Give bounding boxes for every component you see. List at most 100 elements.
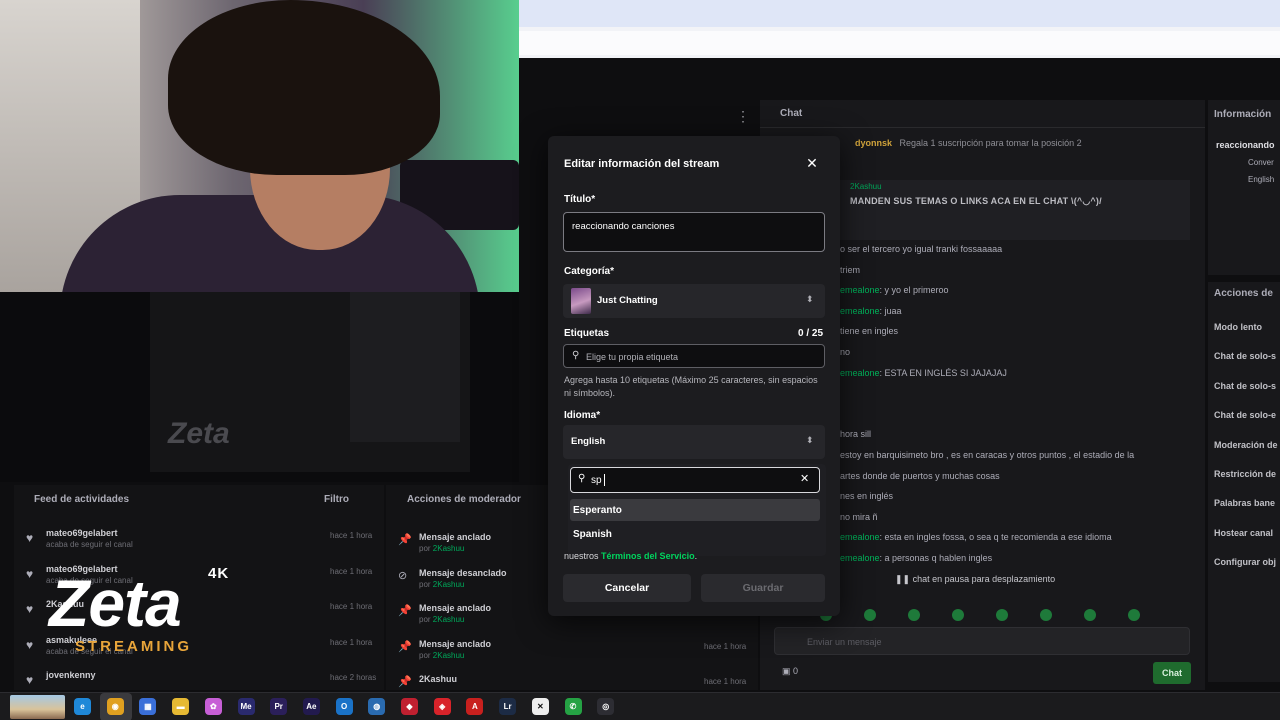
mod-action-item[interactable]: Chat de solo-s: [1214, 351, 1276, 361]
chat-input[interactable]: Enviar un mensaje: [774, 627, 1190, 655]
chat-username[interactable]: emealone: [840, 553, 880, 563]
activity-time: hace 2 horas: [330, 673, 377, 682]
lightroom-icon[interactable]: Lr: [499, 698, 517, 715]
taskbar-wallpaper-thumbnail[interactable]: [10, 695, 65, 719]
pin-icon: 📌: [398, 676, 412, 688]
moderator-action-item[interactable]: Mensaje desanclado por 2Kashuu: [419, 568, 507, 589]
moderator-username[interactable]: 2Kashuu: [433, 651, 465, 660]
mod-action-item[interactable]: Moderación de: [1214, 440, 1278, 450]
store-icon[interactable]: ▦: [139, 698, 157, 715]
language-label: Idioma*: [564, 410, 601, 421]
activity-description: acaba de seguir el canal: [46, 540, 133, 549]
chat-username[interactable]: emealone: [840, 532, 880, 542]
chat-username[interactable]: emealone: [840, 306, 880, 316]
moderator-username[interactable]: 2Kashuu: [433, 580, 465, 589]
emote-icon[interactable]: [1128, 609, 1140, 621]
moderator-action-item[interactable]: Mensaje anclado por 2Kashuu: [419, 603, 491, 624]
capcut-icon[interactable]: ✕: [531, 698, 549, 715]
chat-text: : ESTA EN INGLÉS SI JAJAJAJ: [879, 367, 1007, 378]
moderator-action-item[interactable]: 2Kashuu: [419, 674, 457, 686]
activity-time: hace 1 hora: [330, 566, 373, 576]
mod-action-item[interactable]: Modo lento: [1214, 322, 1262, 332]
browser-tab-strip: [519, 0, 1280, 27]
search-icon: ⚲: [572, 350, 580, 361]
chat-message: emealone: y yo el primeroo: [840, 284, 1180, 305]
chrome-icon[interactable]: ◉: [106, 698, 124, 715]
moderator-action-item[interactable]: Mensaje anclado por 2Kashuu: [419, 639, 491, 660]
moderator-action-time: hace 1 hora: [704, 641, 747, 651]
acrobat-icon[interactable]: A: [466, 698, 484, 715]
chat-paused-notice[interactable]: ❚❚ chat en pausa para desplazamiento: [895, 574, 1055, 585]
tags-placeholder: Elige tu propia etiqueta: [586, 352, 679, 362]
language-option-esperanto[interactable]: Esperanto: [570, 499, 820, 521]
mod-action-item[interactable]: Restricción de: [1214, 469, 1276, 479]
language-value: English: [571, 436, 606, 447]
terms-of-service-link[interactable]: Términos del Servicio: [601, 551, 695, 561]
panel-menu-icon[interactable]: ⋮: [736, 108, 750, 125]
pin-icon: 📌: [398, 534, 412, 546]
pinned-author[interactable]: 2Kashuu: [850, 182, 882, 191]
cancel-button[interactable]: Cancelar: [563, 574, 691, 602]
activity-feed-item[interactable]: mateo69gelabert acaba de seguir el canal: [46, 528, 133, 549]
logo-main-text: Zeta: [49, 566, 182, 640]
category-value: Just Chatting: [597, 295, 658, 306]
channel-points[interactable]: ▣ 0: [782, 666, 798, 677]
chat-send-button[interactable]: Chat: [1153, 662, 1191, 684]
category-thumbnail: [571, 288, 591, 314]
photos-icon[interactable]: ✿: [204, 698, 222, 715]
chat-username[interactable]: emealone: [840, 285, 880, 295]
browser-chrome: [519, 0, 1280, 58]
globe-icon[interactable]: ◍: [368, 698, 386, 715]
activity-feed-item[interactable]: jovenkenny: [46, 670, 96, 682]
folder-icon[interactable]: ▬: [172, 698, 190, 715]
heart-icon: ♥: [26, 566, 34, 581]
emote-icon[interactable]: [952, 609, 964, 621]
language-select[interactable]: English ⬍: [563, 425, 825, 459]
emote-icon[interactable]: [1040, 609, 1052, 621]
activity-feed-filter[interactable]: Filtro: [324, 494, 349, 505]
chat-message: artes donde de puertos y muchas cosas: [840, 470, 1180, 491]
moderator-username[interactable]: 2Kashuu: [433, 615, 465, 624]
logo-sub-text: STREAMING: [75, 638, 192, 655]
mod-action-item[interactable]: Chat de solo-e: [1214, 410, 1276, 420]
close-icon[interactable]: ✕: [803, 154, 821, 172]
emote-icon[interactable]: [908, 609, 920, 621]
anydesk-icon[interactable]: ◈: [433, 698, 451, 715]
chat-text: hora sill: [840, 429, 872, 440]
media-encoder-icon[interactable]: Me: [237, 698, 255, 715]
tags-input[interactable]: ⚲ Elige tu propia etiqueta: [563, 344, 825, 368]
mod-action-item[interactable]: Palabras bane: [1214, 498, 1275, 508]
gift-user[interactable]: dyonnsk: [855, 138, 892, 148]
moderator-action-name: 2Kashuu: [419, 674, 458, 684]
category-select[interactable]: Just Chatting ⬍: [563, 284, 825, 318]
heart-icon: ♥: [26, 531, 34, 545]
save-button[interactable]: Guardar: [701, 574, 825, 602]
premiere-icon[interactable]: Pr: [270, 698, 288, 715]
edge-icon[interactable]: e: [74, 698, 91, 715]
language-dropdown: ⚲ sp ✕ Esperanto Spanish: [568, 464, 826, 556]
emote-icon[interactable]: [996, 609, 1008, 621]
moderator-action-time: hace 1 hora: [704, 677, 747, 686]
language-search-value: sp: [591, 475, 602, 486]
language-option-spanish[interactable]: Spanish: [570, 523, 820, 545]
after-effects-icon[interactable]: Ae: [302, 698, 320, 715]
moderator-action-item[interactable]: Mensaje anclado por 2Kashuu: [419, 532, 491, 553]
outlook-icon[interactable]: O: [335, 698, 353, 715]
obs-icon[interactable]: ◎: [597, 698, 615, 715]
whatsapp-icon[interactable]: ✆: [564, 698, 582, 715]
emote-icon[interactable]: [1084, 609, 1096, 621]
emote-icon[interactable]: [864, 609, 876, 621]
mod-action-item[interactable]: Chat de solo-s: [1214, 381, 1276, 391]
chat-input-placeholder: Enviar un mensaje: [807, 637, 882, 647]
language-search-input[interactable]: ⚲ sp ✕: [570, 467, 820, 493]
stream-info-name: reaccionando: [1216, 140, 1275, 150]
moderator-username[interactable]: 2Kashuu: [433, 544, 465, 553]
title-field[interactable]: reaccionando canciones: [563, 212, 825, 252]
chat-username[interactable]: emealone: [840, 368, 880, 378]
clear-search-icon[interactable]: ✕: [800, 472, 809, 485]
mod-action-item[interactable]: Configurar obj: [1214, 557, 1276, 567]
mod-action-item[interactable]: Hostear canal: [1214, 528, 1273, 538]
shield-icon[interactable]: ◆: [401, 698, 418, 715]
chat-message: triem: [840, 264, 1180, 285]
pinned-message[interactable]: 2Kashuu MANDEN SUS TEMAS O LINKS ACA EN …: [840, 180, 1190, 240]
